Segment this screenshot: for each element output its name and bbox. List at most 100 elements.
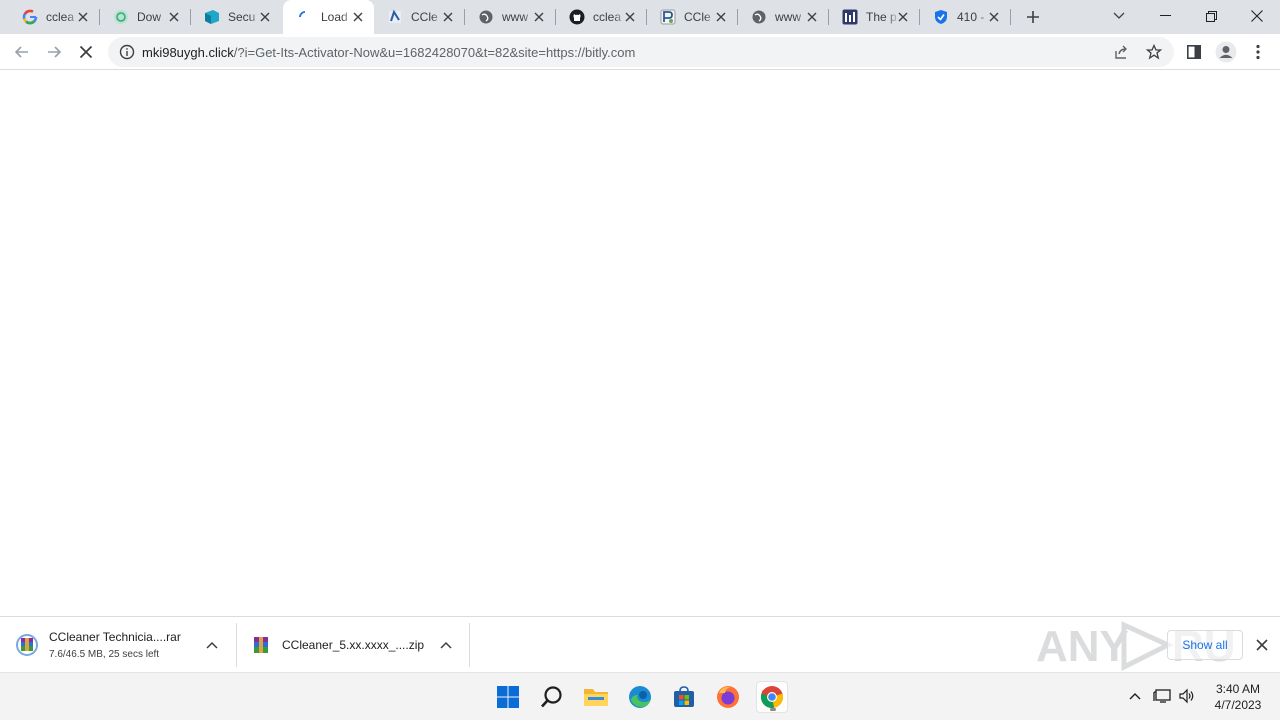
url-text[interactable]: mki98uygh.click/?i=Get-Its-Activator-Now…	[142, 45, 635, 60]
star-icon	[1146, 44, 1162, 60]
download-item-1[interactable]: CCleaner_5.xx.xxxx_....zip	[246, 623, 468, 667]
download-name: CCleaner_5.xx.xxxx_....zip	[282, 638, 425, 652]
side-panel-icon	[1187, 45, 1201, 59]
browser-toolbar: mki98uygh.click/?i=Get-Its-Activator-Now…	[0, 34, 1280, 70]
site-info-icon[interactable]	[119, 44, 135, 60]
arrow-left-icon	[14, 46, 28, 58]
forward-button[interactable]	[40, 38, 68, 66]
system-clock[interactable]: 3:40 AM 4/7/2023	[1206, 681, 1270, 713]
ccleaner-site-icon	[387, 9, 403, 25]
tab-3-active[interactable]: Load	[283, 0, 374, 34]
download-site-icon	[113, 9, 129, 25]
download-name: CCleaner Technicia....rar	[49, 630, 181, 644]
shield-site-icon	[933, 9, 949, 25]
address-bar[interactable]: mki98uygh.click/?i=Get-Its-Activator-Now…	[108, 37, 1174, 67]
show-hidden-icons-button[interactable]	[1126, 687, 1144, 705]
edge-icon[interactable]	[624, 681, 656, 713]
tab-close-icon[interactable]	[622, 9, 638, 25]
chevron-up-icon[interactable]	[204, 637, 220, 653]
tab-close-icon[interactable]	[895, 9, 911, 25]
new-tab-button[interactable]	[1021, 5, 1045, 29]
tab-close-icon[interactable]	[440, 9, 456, 25]
tab-separator	[1010, 9, 1011, 25]
back-button[interactable]	[8, 38, 36, 66]
github-icon	[569, 9, 585, 25]
arrow-right-icon	[48, 46, 62, 58]
download-separator	[469, 623, 470, 667]
file-explorer-icon[interactable]	[580, 681, 612, 713]
microsoft-store-icon[interactable]	[668, 681, 700, 713]
network-icon[interactable]	[1153, 687, 1171, 705]
tab-4[interactable]: CCle	[373, 0, 465, 34]
tab-8[interactable]: www	[737, 0, 829, 34]
minimize-button[interactable]	[1142, 0, 1188, 32]
close-downloads-button[interactable]	[1253, 636, 1271, 654]
hub-site-icon	[842, 9, 858, 25]
stop-x-icon	[79, 45, 93, 59]
share-button[interactable]	[1113, 43, 1131, 61]
url-host: mki98uygh.click	[142, 44, 234, 60]
tab-6[interactable]: cclea	[555, 0, 647, 34]
restore-icon	[1205, 10, 1217, 22]
tab-close-icon[interactable]	[713, 9, 729, 25]
tab-close-icon[interactable]	[531, 9, 547, 25]
globe-icon	[478, 9, 494, 25]
bookmark-button[interactable]	[1145, 43, 1163, 61]
chrome-icon[interactable]	[756, 681, 788, 713]
plus-icon	[1027, 11, 1039, 23]
tab-close-icon[interactable]	[986, 9, 1002, 25]
search-icon[interactable]	[536, 681, 568, 713]
running-indicator	[770, 708, 776, 711]
google-icon	[22, 9, 38, 25]
close-window-button[interactable]	[1234, 0, 1280, 32]
tab-5[interactable]: www	[464, 0, 556, 34]
tab-0[interactable]: cclea	[8, 0, 100, 34]
chevron-down-icon	[1113, 12, 1125, 19]
close-icon	[1251, 10, 1263, 22]
volume-icon[interactable]	[1178, 687, 1196, 705]
page-content	[0, 71, 1280, 616]
globe-icon	[751, 9, 767, 25]
firefox-icon[interactable]	[712, 681, 744, 713]
menu-button[interactable]	[1244, 38, 1272, 66]
tab-1[interactable]: Dow	[99, 0, 191, 34]
download-item-0[interactable]: CCleaner Technicia....rar 7.6/46.5 MB, 2…	[12, 623, 234, 667]
tab-2[interactable]: Secu	[190, 0, 281, 34]
loading-spinner-icon	[297, 9, 313, 25]
download-status: 7.6/46.5 MB, 25 secs left	[49, 649, 160, 660]
tab-close-icon[interactable]	[166, 9, 182, 25]
close-icon	[1256, 639, 1268, 651]
tab-10[interactable]: 410 -	[919, 0, 1011, 34]
avatar-icon	[1215, 41, 1237, 63]
tab-strip: cclea Dow Secu Load CCle www cclea CCle …	[0, 0, 1280, 34]
windows-taskbar: 3:40 AM 4/7/2023	[0, 672, 1280, 720]
clock-time: 3:40 AM	[1215, 682, 1261, 696]
windows-start-icon[interactable]	[492, 681, 524, 713]
winrar-archive-icon	[250, 634, 272, 656]
chevron-up-icon[interactable]	[438, 637, 454, 653]
tab-close-icon[interactable]	[257, 9, 273, 25]
profile-button[interactable]	[1212, 38, 1240, 66]
svg-text:ANY: ANY	[1036, 622, 1129, 671]
tab-7[interactable]: CCle	[646, 0, 738, 34]
download-separator	[236, 623, 237, 667]
downloads-bar: CCleaner Technicia....rar 7.6/46.5 MB, 2…	[0, 616, 1280, 672]
restore-button[interactable]	[1188, 0, 1234, 32]
kebab-menu-icon	[1256, 44, 1260, 60]
url-path: /?i=Get-Its-Activator-Now&u=1682428070&t…	[233, 44, 636, 60]
tab-close-icon[interactable]	[804, 9, 820, 25]
tab-search-button[interactable]	[1096, 0, 1142, 32]
winrar-archive-icon	[16, 634, 38, 656]
share-icon	[1115, 45, 1127, 59]
security-site-icon	[204, 9, 220, 25]
clock-date: 4/7/2023	[1214, 698, 1262, 712]
tab-close-icon[interactable]	[350, 9, 366, 25]
chevron-up-icon	[1129, 693, 1141, 700]
tab-close-icon[interactable]	[75, 9, 91, 25]
minimize-icon	[1159, 15, 1171, 16]
parsec-site-icon	[660, 9, 676, 25]
stop-loading-button[interactable]	[72, 38, 100, 66]
tab-9[interactable]: The p	[828, 0, 920, 34]
show-all-button[interactable]: Show all	[1167, 630, 1243, 660]
side-panel-button[interactable]	[1180, 38, 1208, 66]
